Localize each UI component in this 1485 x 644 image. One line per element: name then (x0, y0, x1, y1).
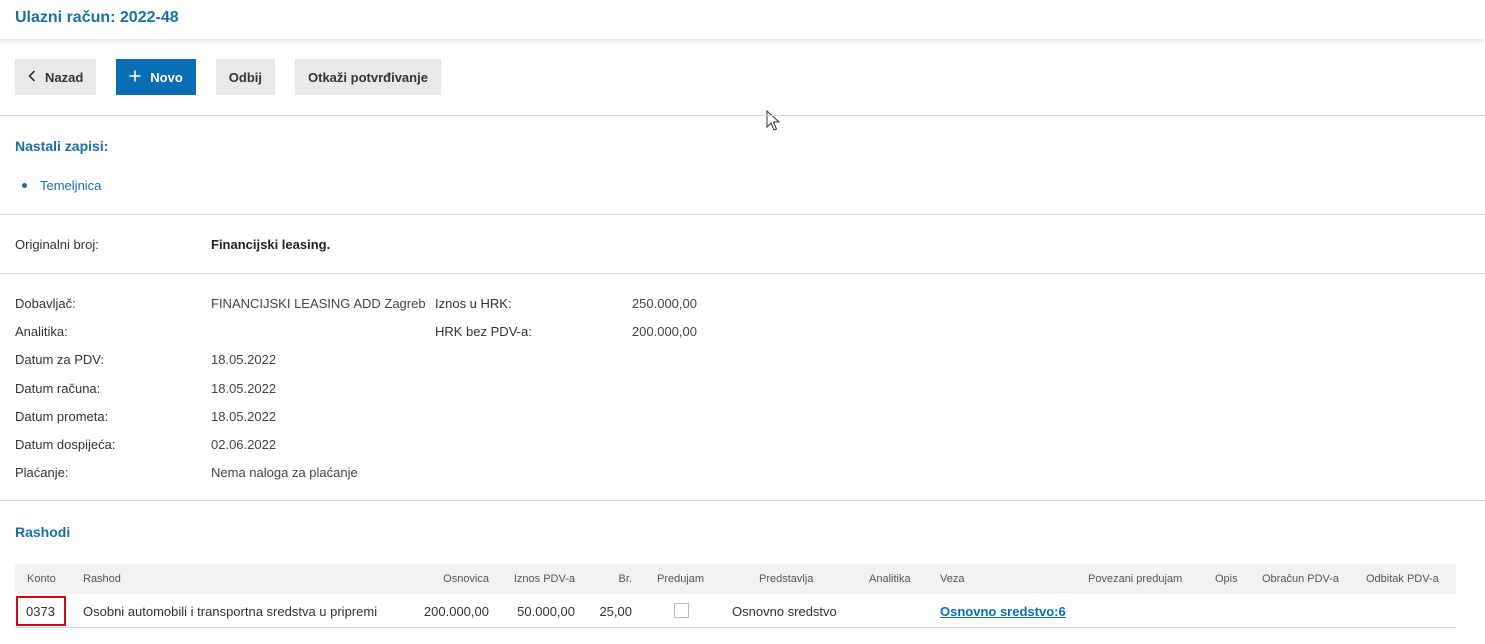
net-amount-label: HRK bez PDV-a: (435, 324, 532, 339)
col-predujam: Predujam (657, 573, 705, 585)
predujam-checkbox[interactable] (674, 603, 689, 618)
divider (0, 273, 1485, 274)
vat-date-value: 18.05.2022 (211, 352, 277, 367)
cell-predstavlja: Osnovno sredstvo (732, 604, 837, 619)
cell-br: 25,00 (599, 604, 632, 619)
payment-label: Plaćanje: (15, 465, 69, 480)
col-analitika: Analitika (869, 573, 911, 585)
due-date-label: Datum dospijeća: (15, 437, 116, 452)
record-link-temeljnica[interactable]: Temeljnica (22, 178, 101, 193)
invoice-date-value: 18.05.2022 (211, 381, 277, 396)
table-row[interactable]: 0373 Osobni automobili i transportna sre… (15, 594, 1456, 628)
col-br: Br. (618, 573, 632, 585)
page-header: Ulazni račun: 2022-48 (0, 0, 1485, 39)
cell-rashod: Osobni automobili i transportna sredstva… (83, 604, 378, 619)
col-predstavlja: Predstavlja (759, 573, 814, 585)
expenses-title: Rashodi (15, 524, 71, 540)
chevron-left-icon (28, 69, 36, 85)
turnover-date-value: 18.05.2022 (211, 409, 277, 424)
col-iznos-pdv: Iznos PDV-a (513, 573, 575, 585)
expenses-table: Konto Rashod Osnovica Iznos PDV-a Br. Pr… (15, 564, 1456, 628)
supplier-label: Dobavljač: (15, 296, 76, 311)
records-list: Temeljnica (22, 178, 101, 193)
new-button-label: Novo (150, 69, 183, 85)
original-number-value: Financijski leasing. (211, 237, 331, 252)
original-number-label: Originalni broj: (15, 237, 99, 252)
turnover-date-label: Datum prometa: (15, 409, 109, 424)
cancel-confirmation-button[interactable]: Otkaži potvrđivanje (295, 59, 441, 95)
record-link-label: Temeljnica (40, 178, 102, 193)
back-button-label: Nazad (45, 69, 84, 85)
divider (0, 500, 1485, 501)
col-veza: Veza (940, 573, 965, 585)
divider (0, 115, 1485, 116)
vat-date-label: Datum za PDV: (15, 352, 105, 367)
col-osnovica: Osnovica (443, 573, 489, 585)
records-title: Nastali zapisi: (15, 138, 109, 154)
plus-icon (129, 70, 141, 85)
col-opis: Opis (1215, 573, 1238, 585)
col-konto: Konto (27, 573, 56, 585)
divider (0, 214, 1485, 215)
table-header: Konto Rashod Osnovica Iznos PDV-a Br. Pr… (15, 564, 1456, 594)
cell-konto: 0373 (26, 604, 55, 619)
mouse-cursor-icon (766, 110, 780, 131)
back-button[interactable]: Nazad (15, 59, 97, 95)
new-button[interactable]: Novo (116, 59, 196, 95)
amount-label: Iznos u HRK: (435, 296, 512, 311)
cell-iznos-pdv: 50.000,00 (517, 604, 575, 619)
supplier-value: FINANCIJSKI LEASING ADD Zagreb (211, 296, 426, 311)
cell-osnovica: 200.000,00 (423, 604, 489, 619)
due-date-value: 02.06.2022 (211, 437, 277, 452)
payment-value: Nema naloga za plaćanje (211, 465, 358, 480)
bullet-icon (22, 183, 27, 188)
amount-value: 250.000,00 (631, 296, 697, 311)
col-obracun-pdv: Obračun PDV-a (1262, 573, 1340, 585)
reject-button[interactable]: Odbij (215, 59, 276, 95)
toolbar: Nazad Novo Odbij Otkaži potvrđivanje (15, 59, 441, 95)
col-povezani-predujam: Povezani predujam (1088, 573, 1183, 585)
analytics-label: Analitika: (15, 324, 68, 339)
asset-link[interactable]: Osnovno sredstvo:6 (940, 604, 1066, 619)
net-amount-value: 200.000,00 (631, 324, 697, 339)
col-rashod: Rashod (83, 573, 121, 585)
invoice-date-label: Datum računa: (15, 381, 101, 396)
col-odbitak-pdv: Odbitak PDV-a (1366, 573, 1439, 585)
page-title: Ulazni račun: 2022-48 (15, 9, 179, 26)
